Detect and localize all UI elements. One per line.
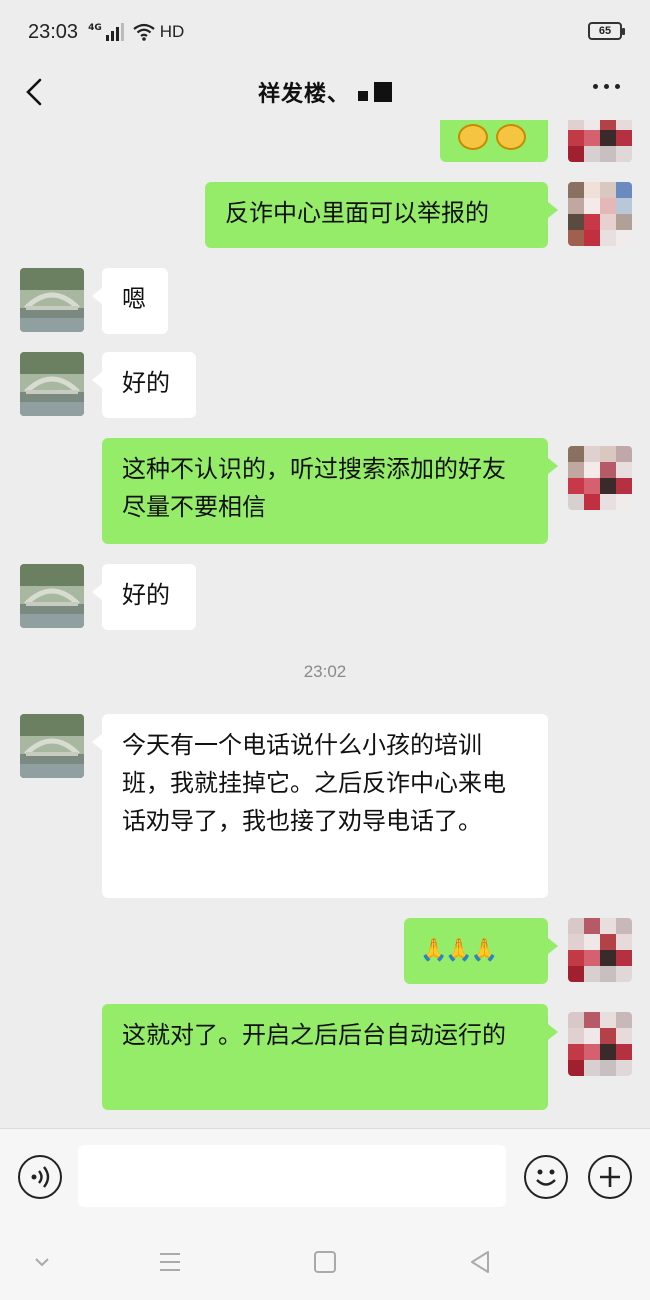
hd-label: HD [159,22,185,41]
contact-avatar[interactable] [20,268,84,332]
battery-icon: 65 [588,22,625,40]
contact-avatar[interactable] [20,564,84,628]
chevron-left-icon[interactable] [22,76,46,108]
message-bubble[interactable]: 嗯 [92,268,168,334]
contact-avatar[interactable] [20,352,84,416]
network-type: 4G [88,23,102,33]
system-nav-bar [0,1224,650,1300]
message-input[interactable] [78,1145,506,1207]
message-bubble[interactable]: 好的 [92,564,196,630]
message-bubble[interactable]: 🙏🙏🙏 [404,918,558,984]
wifi-icon [133,23,155,41]
chat-header: 祥发楼、 [0,64,650,120]
user-avatar[interactable] [568,918,632,982]
more-dots-icon[interactable] [593,84,620,89]
chat-title-text: 祥发楼、 [257,82,350,107]
message-text: 反诈中心里面可以举报的 [225,199,489,227]
signal-icon: 4G [88,23,124,41]
message-text: 好的 [122,369,170,397]
input-bar [0,1128,650,1224]
voice-icon[interactable] [18,1155,62,1199]
user-avatar[interactable] [568,120,632,162]
message-text: 今天有一个电话说什么小孩的培训班，我就挂掉它。之后反诈中心来电话劝导了，我也接了… [122,731,506,835]
message-text: 这就对了。开启之后后台自动运行的 [122,1021,506,1049]
chevron-down-icon[interactable] [24,1244,60,1280]
plus-icon[interactable] [588,1155,632,1199]
redacted-name [358,82,392,102]
user-avatar[interactable] [568,1012,632,1076]
message-text: 这种不认识的，听过搜索添加的好友尽量不要相信 [122,455,506,521]
chat-title: 祥发楼、 [258,76,392,108]
user-avatar[interactable] [568,446,632,510]
message-text: 🙏🙏🙏 [420,938,498,963]
message-text: 好的 [122,581,170,609]
contact-avatar[interactable] [20,714,84,778]
message-timestamp: 23:02 [303,662,347,681]
emoji-icon[interactable] [524,1155,568,1199]
message-bubble[interactable] [440,120,548,162]
message-bubble[interactable]: 这种不认识的，听过搜索添加的好友尽量不要相信 [102,438,558,544]
chat-area[interactable]: 反诈中心里面可以举报的 嗯 好的 这种不认识的，听过搜索添加的好友尽量不要相信 … [0,120,650,1128]
message-bubble[interactable]: 这就对了。开启之后后台自动运行的 [102,1004,558,1110]
status-bar: 23:03 4G HD 65 [0,0,650,64]
message-bubble[interactable]: 今天有一个电话说什么小孩的培训班，我就挂掉它。之后反诈中心来电话劝导了，我也接了… [92,714,548,898]
menu-icon[interactable] [152,1244,188,1280]
home-icon[interactable] [307,1244,343,1280]
user-avatar[interactable] [568,182,632,246]
message-bubble[interactable]: 反诈中心里面可以举报的 [205,182,558,248]
message-text: 嗯 [122,285,146,313]
back-triangle-icon[interactable] [462,1244,498,1280]
message-bubble[interactable]: 好的 [92,352,196,418]
status-time: 23:03 [28,20,79,43]
